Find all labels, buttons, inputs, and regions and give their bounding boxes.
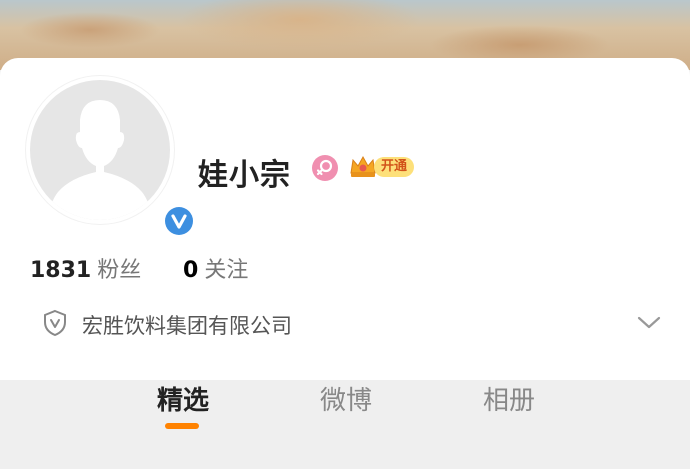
vip-label: 开通: [374, 157, 414, 177]
tab-album[interactable]: 相册: [483, 380, 535, 417]
shield-v-icon: [44, 309, 66, 337]
company-name: 宏胜饮料集团有限公司: [82, 314, 292, 338]
following-count: 0: [183, 258, 199, 283]
followers-stat[interactable]: 1831 粉丝: [30, 252, 141, 284]
followers-count: 1831: [30, 258, 92, 283]
person-silhouette-icon: [30, 80, 170, 220]
verified-v-icon: [165, 207, 193, 235]
profile-card: 娃小宗 开通 1831 粉丝 0 关注 宏胜饮料集团有限公司 精选 微博 相册: [0, 58, 690, 429]
vip-open-button[interactable]: 开通: [348, 153, 418, 181]
female-icon: [312, 155, 338, 181]
verified-badge: [162, 204, 196, 238]
tab-weibo[interactable]: 微博: [320, 380, 372, 417]
active-tab-indicator: [165, 423, 199, 429]
tab-featured[interactable]: 精选: [157, 380, 209, 417]
profile-name: 娃小宗: [198, 158, 291, 193]
followers-label: 粉丝: [97, 258, 142, 283]
avatar[interactable]: [26, 76, 196, 238]
following-stat[interactable]: 0 关注: [183, 252, 248, 284]
chevron-down-icon[interactable]: [636, 311, 662, 333]
following-label: 关注: [204, 258, 249, 283]
